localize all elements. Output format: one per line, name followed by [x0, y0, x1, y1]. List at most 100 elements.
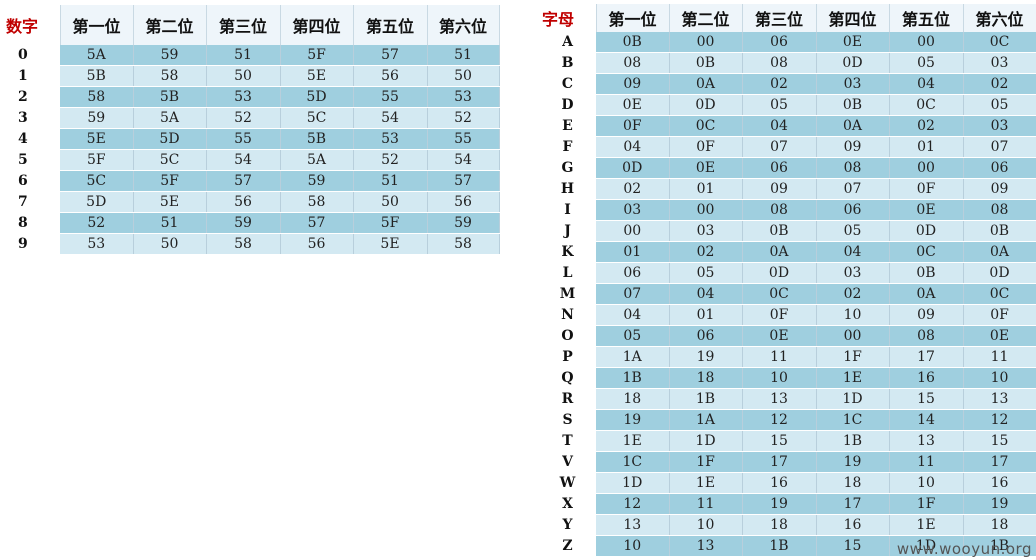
code-cell: 1A: [669, 409, 743, 431]
row-key: P: [539, 346, 596, 368]
digit-table-row: 6 5C 5F 57 59 51 57: [0, 170, 500, 192]
row-key: I: [539, 199, 596, 221]
code-cell: 04: [889, 73, 964, 95]
row-key: 5: [0, 149, 60, 171]
code-cell: 00: [889, 32, 964, 53]
code-cell: 5E: [60, 128, 134, 150]
row-key: 1: [0, 65, 60, 87]
digit-code-table: 数字 第一位 第二位 第三位 第四位 第五位 第六位 0 5A 59 51 5F 57 51…: [0, 5, 500, 255]
code-cell: 10: [963, 367, 1036, 389]
code-cell: 0F: [596, 115, 670, 137]
code-cell: 18: [596, 388, 670, 410]
code-cell: 09: [889, 304, 964, 326]
code-cell: 5D: [60, 191, 134, 213]
code-cell: 19: [742, 493, 817, 515]
code-cell: 0E: [669, 157, 743, 179]
code-cell: 1B: [742, 535, 817, 557]
code-cell: 0B: [889, 262, 964, 284]
row-key: 0: [0, 45, 60, 66]
code-cell: 0C: [742, 283, 817, 305]
code-cell: 03: [963, 52, 1036, 74]
code-cell: 1E: [816, 367, 890, 389]
code-cell: 04: [596, 304, 670, 326]
code-cell: 1C: [816, 409, 890, 431]
code-cell: 0F: [742, 304, 817, 326]
row-key: 2: [0, 86, 60, 108]
letter-table-row: D 0E 0D 05 0B 0C 05: [539, 94, 1036, 116]
column-header: 第三位: [742, 4, 817, 32]
code-cell: 55: [353, 86, 428, 108]
code-cell: 59: [427, 212, 500, 234]
code-cell: 16: [889, 367, 964, 389]
code-cell: 59: [133, 45, 207, 66]
code-cell: 13: [889, 430, 964, 452]
code-cell: 57: [427, 170, 500, 192]
code-cell: 0D: [596, 157, 670, 179]
code-cell: 0A: [669, 73, 743, 95]
code-cell: 08: [742, 52, 817, 74]
code-cell: 11: [889, 451, 964, 473]
code-cell: 5B: [133, 86, 207, 108]
code-cell: 05: [963, 94, 1036, 116]
code-cell: 0C: [963, 32, 1036, 53]
code-cell: 54: [206, 149, 281, 171]
code-cell: 08: [816, 157, 890, 179]
letter-table-row: C 09 0A 02 03 04 02: [539, 73, 1036, 95]
code-cell: 5A: [60, 45, 134, 66]
code-cell: 52: [427, 107, 500, 129]
code-cell: 06: [669, 325, 743, 347]
code-cell: 05: [596, 325, 670, 347]
row-key: T: [539, 430, 596, 452]
code-cell: 10: [889, 472, 964, 494]
letter-table-row: P 1A 19 11 1F 17 11: [539, 346, 1036, 368]
code-cell: 02: [742, 73, 817, 95]
code-cell: 04: [742, 115, 817, 137]
column-header: 第五位: [353, 5, 428, 45]
row-key: O: [539, 325, 596, 347]
code-cell: 0E: [742, 325, 817, 347]
row-key: 7: [0, 191, 60, 213]
code-cell: 5E: [353, 233, 428, 255]
code-cell: 51: [206, 45, 281, 66]
code-cell: 07: [742, 136, 817, 158]
code-cell: 0C: [889, 94, 964, 116]
code-cell: 59: [280, 170, 354, 192]
digit-table-row: 8 52 51 59 57 5F 59: [0, 212, 500, 234]
code-cell: 0F: [669, 136, 743, 158]
code-cell: 1D: [669, 430, 743, 452]
code-cell: 07: [816, 178, 890, 200]
code-cell: 00: [669, 32, 743, 53]
column-header: 第四位: [280, 5, 354, 45]
code-cell: 12: [742, 409, 817, 431]
code-cell: 15: [816, 535, 890, 557]
code-cell: 5F: [353, 212, 428, 234]
code-cell: 1D: [816, 388, 890, 410]
code-cell: 0D: [669, 94, 743, 116]
letter-table-row: V 1C 1F 17 19 11 17: [539, 451, 1036, 473]
code-cell: 57: [353, 45, 428, 66]
code-cell: 15: [742, 430, 817, 452]
code-cell: 5E: [133, 191, 207, 213]
code-cell: 0C: [669, 115, 743, 137]
row-key: J: [539, 220, 596, 242]
code-cell: 13: [669, 535, 743, 557]
watermark-text: www.wooyun.org: [896, 540, 1032, 558]
code-cell: 08: [596, 52, 670, 74]
code-cell: 01: [669, 178, 743, 200]
code-cell: 59: [60, 107, 134, 129]
letter-table-row: R 18 1B 13 1D 15 13: [539, 388, 1036, 410]
code-cell: 58: [133, 65, 207, 87]
digit-table-row: 5 5F 5C 54 5A 52 54: [0, 149, 500, 171]
code-cell: 19: [963, 493, 1036, 515]
column-header: 第五位: [889, 4, 964, 32]
code-cell: 5C: [280, 107, 354, 129]
code-cell: 56: [427, 191, 500, 213]
code-cell: 54: [427, 149, 500, 171]
code-cell: 16: [742, 472, 817, 494]
code-cell: 51: [353, 170, 428, 192]
code-cell: 04: [669, 283, 743, 305]
code-cell: 0C: [889, 241, 964, 263]
code-cell: 01: [889, 136, 964, 158]
row-key: R: [539, 388, 596, 410]
letter-table-row: E 0F 0C 04 0A 02 03: [539, 115, 1036, 137]
